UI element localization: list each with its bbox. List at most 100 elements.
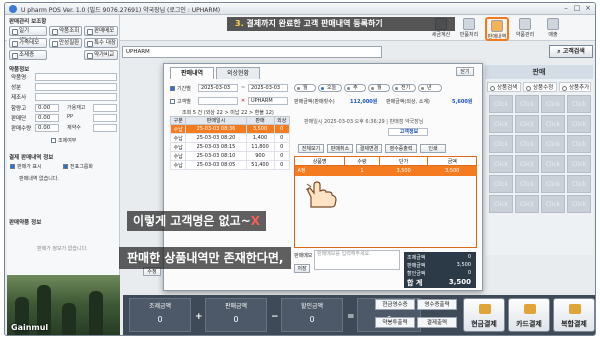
grid-cell[interactable]: Click xyxy=(541,95,565,113)
minimize-icon[interactable]: – xyxy=(561,4,571,13)
grid-cell[interactable]: Click xyxy=(489,195,513,213)
range-pill[interactable]: 월 xyxy=(294,84,316,92)
card-payment-button[interactable]: 카드결제 xyxy=(508,298,550,332)
grid-cell[interactable]: Click xyxy=(515,175,539,193)
grid-cell[interactable]: Click xyxy=(515,95,539,113)
customer-info-link[interactable]: 고객정보 xyxy=(388,128,428,136)
cell: 0 xyxy=(273,133,291,143)
table-row[interactable]: 수납 25-03-03 08:15 11,800 0 xyxy=(169,142,291,152)
ingredient-field[interactable] xyxy=(35,83,117,91)
grid-cell[interactable]: Click xyxy=(567,135,591,153)
print-receipt-button[interactable]: 영수증출력 xyxy=(385,144,417,153)
grid-cell[interactable]: Click xyxy=(567,175,591,193)
ribbon-button-drug-management[interactable]: 약품관리 xyxy=(513,17,537,41)
dispense-check[interactable]: 조제여부 xyxy=(51,137,76,144)
left-button-drug-search[interactable]: 약품조회 xyxy=(49,26,82,36)
group-check[interactable]: 전표그룹화 xyxy=(63,163,93,170)
grid-cell[interactable]: Click xyxy=(541,115,565,133)
range-pill[interactable]: 주 xyxy=(344,84,366,92)
stock-field[interactable]: 0.00 xyxy=(35,104,59,112)
box-value: 0 xyxy=(157,315,163,324)
grid-cell[interactable]: Click xyxy=(515,155,539,173)
customer-name-field[interactable] xyxy=(198,97,238,105)
sales-amount: 112,000원 xyxy=(350,99,378,105)
ribbon-button-return[interactable]: 반품처리 xyxy=(457,17,481,41)
grid-cell[interactable]: Click xyxy=(489,175,513,193)
grid-cell[interactable]: Click xyxy=(541,135,565,153)
grid-cell[interactable]: Click xyxy=(541,175,565,193)
app-window: U pharm POS Ver. 1.0 (빌드 9076.27691) 약국장… xyxy=(4,2,596,336)
qty-field[interactable]: 0.00 xyxy=(35,124,59,132)
left-button-chronic[interactable]: 만성질환 xyxy=(49,38,82,48)
grid-cell[interactable]: Click xyxy=(567,115,591,133)
left-button-journal[interactable]: 일기(Ctrl+) xyxy=(9,26,47,43)
range-pill[interactable]: 오늘 xyxy=(318,84,342,92)
grid-cell[interactable]: Click xyxy=(489,115,513,133)
customer-search-input[interactable]: UPHARM xyxy=(122,46,382,58)
grid-cell[interactable]: Click xyxy=(489,135,513,153)
summary-row: 판매금액 3,500 xyxy=(407,262,473,270)
customer-search-button[interactable]: ⌕ 고객검색 xyxy=(549,45,593,58)
table-row[interactable]: A정 1 3,500 3,500 xyxy=(294,165,477,176)
mixed-payment-button[interactable]: 복합결제 xyxy=(553,298,595,332)
unit-field[interactable]: 0.00 xyxy=(35,114,59,122)
maximize-icon[interactable]: □ xyxy=(572,4,582,13)
pp-field[interactable] xyxy=(93,114,117,122)
table-row[interactable]: 수납 25-03-03 08:20 1,400 0 xyxy=(169,133,291,143)
date-to-field[interactable]: 2025-03-03 xyxy=(248,84,288,92)
left-button-special-ledger[interactable]: 특수 대장 xyxy=(84,38,118,48)
mixed-payment-icon xyxy=(569,304,581,314)
memo-save-button[interactable]: 저장 xyxy=(294,264,310,273)
print-button[interactable]: 인쇄 xyxy=(420,144,446,153)
reorder-field[interactable] xyxy=(93,124,117,132)
ribbon-button-revenue[interactable]: 매출 xyxy=(541,17,565,41)
table-row[interactable]: 수납 25-03-03 08:10 900 0 xyxy=(169,151,291,161)
close-icon[interactable]: × xyxy=(583,4,593,13)
range-pill[interactable]: 전기 xyxy=(392,84,416,92)
show-price-check[interactable]: 판매가 표시 xyxy=(10,163,42,170)
drug-name-field[interactable] xyxy=(35,73,117,81)
box-label: 할인금액 xyxy=(300,303,324,310)
cash-receipt-button[interactable]: 현금영수증 xyxy=(375,299,415,310)
left-button-family-memo[interactable]: 가족테모 xyxy=(9,38,47,48)
memo-input[interactable]: 판매메모를 입력해주세요. xyxy=(314,250,400,270)
grid-cell[interactable]: Click xyxy=(567,95,591,113)
sales-tab[interactable]: 판매 xyxy=(485,65,593,79)
grid-cell[interactable]: Click xyxy=(489,95,513,113)
table-row[interactable]: 수납 25-03-03 08:36 3,500 0 xyxy=(169,124,291,134)
tab-credit-status[interactable]: 외상현황 xyxy=(216,67,260,79)
available-stock-field[interactable] xyxy=(93,104,117,112)
grid-cell[interactable]: Click xyxy=(515,195,539,213)
product-edit-option[interactable]: 상품수정 xyxy=(523,82,557,92)
grid-cell[interactable]: Click xyxy=(567,155,591,173)
grid-cell[interactable]: Click xyxy=(515,115,539,133)
range-pill[interactable]: 월 xyxy=(368,84,390,92)
grid-cell[interactable]: Click xyxy=(541,195,565,213)
product-search-option[interactable]: 상품검색 xyxy=(487,82,521,92)
cell: 3,500 xyxy=(427,165,477,176)
grid-cell[interactable]: Click xyxy=(541,155,565,173)
maker-field[interactable] xyxy=(35,93,117,101)
left-button-sales-memo[interactable]: 판매메모 xyxy=(84,26,118,36)
ribbon-button-sales-history[interactable]: 판매내역 xyxy=(485,17,509,41)
left-button-dispense[interactable]: 조제증 xyxy=(9,50,47,60)
view-all-button[interactable]: 전체보기 xyxy=(298,144,324,153)
dialog-close-button[interactable]: 닫기 xyxy=(456,67,474,76)
date-from-field[interactable]: 2025-03-03 xyxy=(198,84,238,92)
product-add-option[interactable]: 상품추가 xyxy=(559,82,591,92)
receipt-print-button[interactable]: 영수증출력 xyxy=(417,299,457,310)
table-row[interactable]: 수납 25-03-03 08:05 51,400 0 xyxy=(169,160,291,170)
range-pill[interactable]: 년 xyxy=(418,84,442,92)
customer-id-field[interactable]: UPHARM xyxy=(248,97,288,105)
envelope-print-button[interactable]: 약봉투출력 xyxy=(375,317,415,328)
cash-payment-button[interactable]: 현금결제 xyxy=(463,298,505,332)
left-button-price-compare[interactable]: 약가비교 xyxy=(84,50,118,60)
cancel-sale-button[interactable]: 판매취소 xyxy=(327,144,353,153)
change-payment-button[interactable]: 결제변경 xyxy=(356,144,382,153)
payment-print-button[interactable]: 결제출력 xyxy=(417,317,457,328)
grid-cell[interactable]: Click xyxy=(515,135,539,153)
grid-cell[interactable]: Click xyxy=(567,195,591,213)
grid-cell[interactable]: Click xyxy=(489,155,513,173)
clear-icon[interactable]: ✕ xyxy=(241,98,245,104)
tab-sales-history[interactable]: 판매내역 xyxy=(170,67,214,79)
